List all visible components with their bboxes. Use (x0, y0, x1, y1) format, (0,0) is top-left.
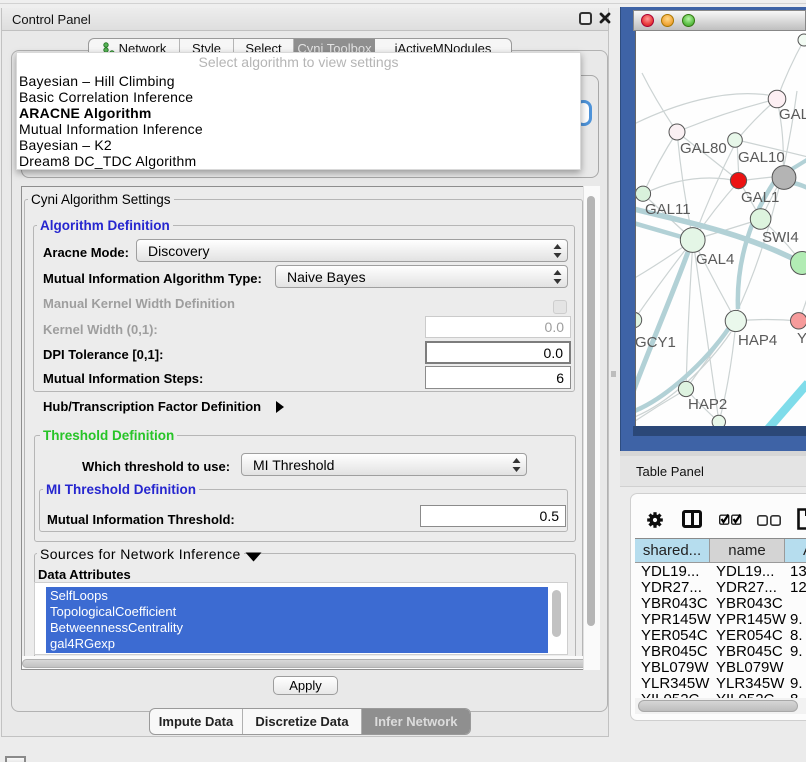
svg-text:GAL11: GAL11 (645, 201, 691, 218)
svg-text:GAL80: GAL80 (680, 140, 727, 157)
svg-text:GAL10: GAL10 (738, 149, 785, 166)
svg-text:HAP2: HAP2 (688, 396, 727, 413)
svg-text:GAL1: GAL1 (741, 189, 779, 206)
svg-text:GAL4: GAL4 (696, 251, 734, 268)
svg-text:GAL2: GAL2 (779, 106, 806, 123)
svg-text:Y: Y (797, 330, 806, 347)
svg-text:HAP4: HAP4 (738, 332, 777, 349)
svg-text:GCY1: GCY1 (636, 334, 676, 351)
svg-text:SWI4: SWI4 (762, 229, 799, 246)
